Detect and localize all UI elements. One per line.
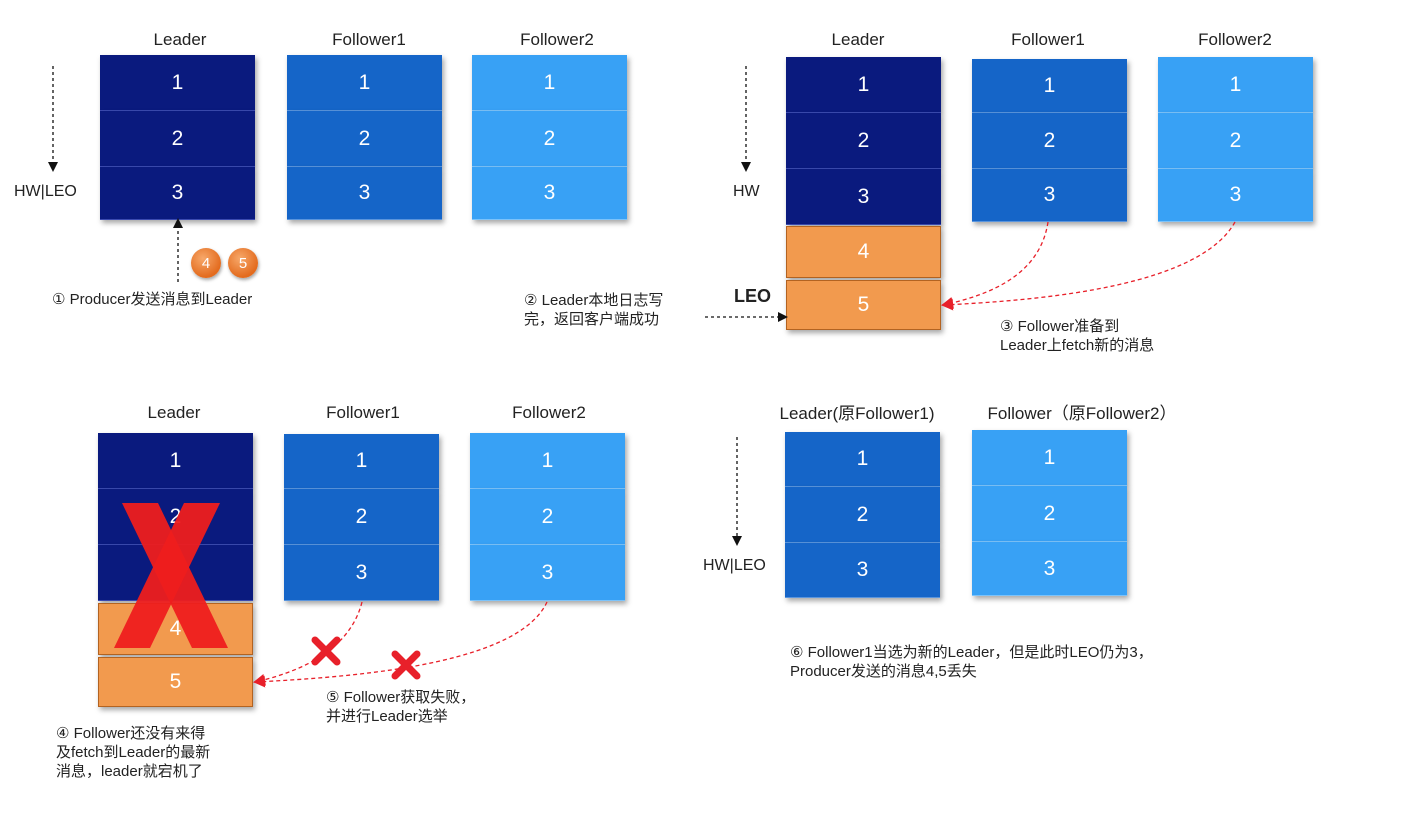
p2-fetch-arrow-follower1 <box>941 221 1049 309</box>
arrows-overlay <box>48 66 1236 688</box>
p3-leader-crash-mark <box>114 503 228 648</box>
p3-fail-mark-1 <box>311 636 341 666</box>
kafka-replication-diagram: Leader Follower1 Follower2 1 2 3 1 2 3 1… <box>0 0 1416 830</box>
p3-fetch-arrow-follower1 <box>253 601 363 686</box>
p3-fail-mark-2 <box>391 650 421 680</box>
p2-fetch-arrow-follower2 <box>941 221 1236 311</box>
